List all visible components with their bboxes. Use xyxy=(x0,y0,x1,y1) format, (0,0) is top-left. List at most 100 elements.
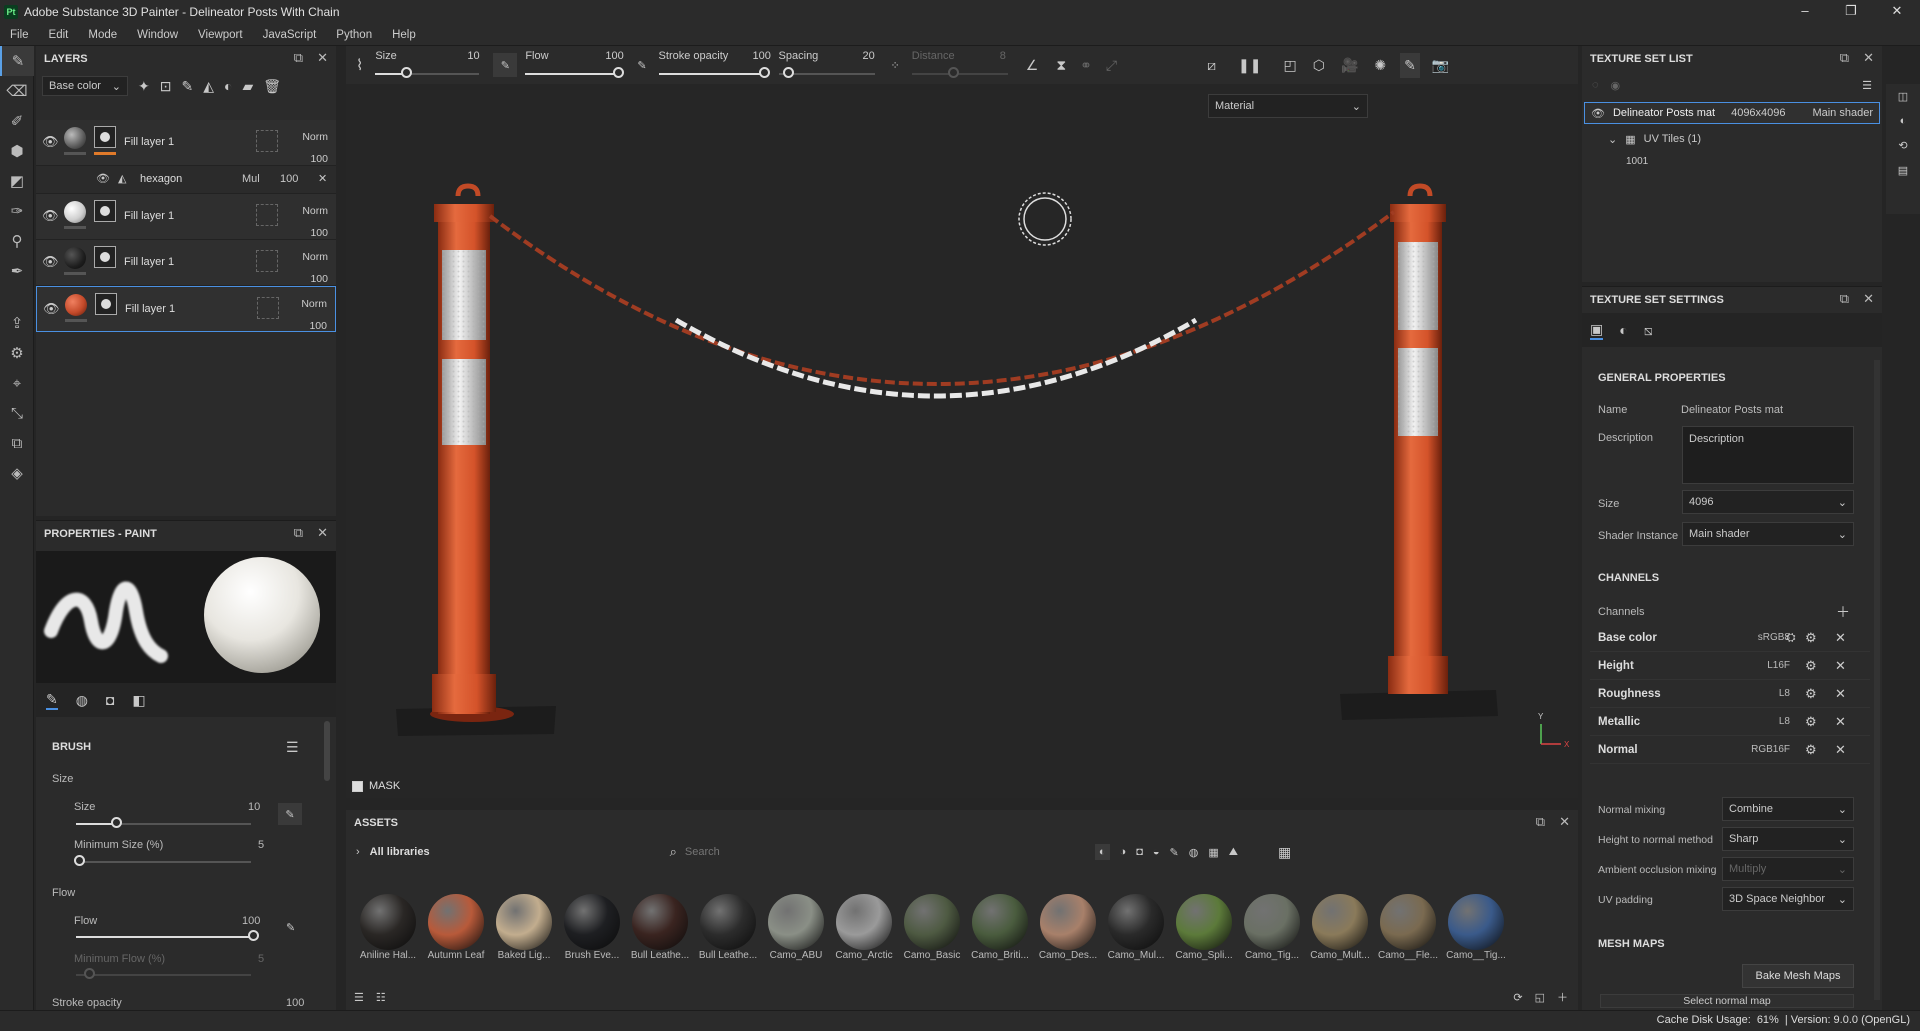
smart-material-icon[interactable]: ◐ xyxy=(224,78,232,94)
spacing-dots-icon[interactable]: ⁘ xyxy=(891,59,900,72)
alpha-tab-icon[interactable]: ◍ xyxy=(76,692,88,709)
visibility-eye-icon[interactable]: 👁 xyxy=(96,172,110,185)
grid-view-icon[interactable]: ▦ xyxy=(1278,844,1291,861)
menu-mode[interactable]: Mode xyxy=(78,29,127,41)
export-icon[interactable]: ⇪ xyxy=(0,308,34,338)
uv-tile-row[interactable]: 1001 xyxy=(1582,150,1882,172)
add-mask-icon[interactable]: ⊡ xyxy=(160,78,172,95)
close-icon[interactable]: ✕ xyxy=(1835,686,1846,702)
undock-icon[interactable]: ⧉ xyxy=(294,50,303,66)
view-2d-icon[interactable]: ◰ xyxy=(1283,57,1296,74)
material-thumbnail[interactable] xyxy=(360,894,416,950)
material-thumbnail[interactable] xyxy=(564,894,620,950)
shader-settings-icon[interactable]: ◐ xyxy=(1900,115,1907,127)
menu-help[interactable]: Help xyxy=(382,29,426,41)
settings-tab-icon[interactable]: ▣ xyxy=(1590,321,1604,340)
effect-opacity[interactable]: 100 xyxy=(280,173,298,185)
material-thumbnail[interactable] xyxy=(904,894,960,950)
uv-tiles-row[interactable]: ⌄ ▦ UV Tiles (1) xyxy=(1582,128,1882,150)
channel-format[interactable]: L8 xyxy=(1730,688,1790,699)
effect-row[interactable]: 👁 ◭ hexagon Mul 100 ✕ xyxy=(36,166,336,194)
geometry-fill-icon[interactable]: ⬢ xyxy=(0,136,34,166)
tss-scrollbar[interactable] xyxy=(1874,360,1880,1000)
filter-environments-icon[interactable]: ⛰ xyxy=(1229,846,1238,859)
effects-icon[interactable]: ✦ xyxy=(138,78,150,95)
add-paint-layer-icon[interactable]: ✎ xyxy=(181,78,193,95)
chevron-right-icon[interactable]: › xyxy=(356,846,360,858)
close-panel-icon[interactable]: ✕ xyxy=(317,525,328,541)
assets-search-input[interactable] xyxy=(684,842,1085,862)
channel-row[interactable]: Height L16F ⚙ ✕ xyxy=(1590,652,1870,680)
blend-mode-select[interactable]: Norm xyxy=(302,126,328,148)
link-icon[interactable]: ⚭ xyxy=(1080,57,1092,74)
visibility-eye-icon[interactable]: 👁 xyxy=(43,301,60,317)
channel-row[interactable]: Metallic L8 ⚙ ✕ xyxy=(1590,708,1870,736)
channel-format[interactable]: RGB16F xyxy=(1730,744,1790,755)
gear-icon[interactable]: ⚙ xyxy=(1805,714,1817,730)
display-settings-icon[interactable]: ◫ xyxy=(1898,90,1908,103)
add-asset-icon[interactable]: ＋ xyxy=(1557,989,1568,1005)
material-thumbnail[interactable] xyxy=(768,894,824,950)
material-thumbnail[interactable] xyxy=(836,894,892,950)
refresh-icon[interactable]: ⟳ xyxy=(1513,991,1522,1004)
list-view-icon[interactable]: ☰ xyxy=(354,991,364,1004)
uv-tab-icon[interactable]: ⧅ xyxy=(1644,322,1653,339)
toolbar-spacing-slider[interactable] xyxy=(782,67,794,78)
channel-format[interactable]: sRGB8 xyxy=(1730,632,1790,643)
lighting-icon[interactable]: ✺ xyxy=(1374,57,1386,74)
menu-viewport[interactable]: Viewport xyxy=(188,29,253,41)
close-icon[interactable]: ✕ xyxy=(1835,658,1846,674)
min-size-track[interactable] xyxy=(76,861,251,863)
menu-python[interactable]: Python xyxy=(326,29,382,41)
min-size-value[interactable]: 5 xyxy=(258,839,264,851)
gear-icon[interactable]: ⚙ xyxy=(1805,630,1817,646)
menu-javascript[interactable]: JavaScript xyxy=(253,29,327,41)
layer-row[interactable]: 👁 Fill layer 1 Norm 100 xyxy=(36,194,336,240)
gear-icon[interactable]: ⚙ xyxy=(1805,686,1817,702)
undock-icon[interactable]: ⧉ xyxy=(294,525,303,541)
shader-tab-icon[interactable]: ◐ xyxy=(1619,322,1627,338)
material-thumbnail[interactable] xyxy=(1380,894,1436,950)
gear-icon[interactable]: ⚙ xyxy=(1805,742,1817,758)
history-icon[interactable]: ⟲ xyxy=(1898,139,1907,152)
channel-format[interactable]: L16F xyxy=(1730,660,1790,671)
toolbar-spacing-value[interactable]: 20 xyxy=(863,50,875,62)
blend-mode-select[interactable]: Norm xyxy=(302,200,328,222)
filter-filters-icon[interactable]: ◒ xyxy=(1153,846,1160,858)
channel-row[interactable]: Normal RGB16F ⚙ ✕ xyxy=(1590,736,1870,764)
snap-icon[interactable]: ⤢ xyxy=(1106,57,1117,74)
close-panel-icon[interactable]: ✕ xyxy=(1863,291,1874,307)
filter-materials-icon[interactable]: ◐ xyxy=(1094,844,1110,860)
menu-icon[interactable]: ☰ xyxy=(286,739,299,756)
pen-pressure-icon[interactable]: ✎ xyxy=(286,921,295,934)
close-icon[interactable]: ✕ xyxy=(1835,714,1846,730)
stroke-opacity-value[interactable]: 100 xyxy=(286,997,304,1009)
mask-checkbox[interactable] xyxy=(352,780,363,792)
library-select[interactable]: All libraries xyxy=(370,846,430,858)
filter-textures-icon[interactable]: ◍ xyxy=(1189,846,1199,859)
material-thumbnail[interactable] xyxy=(700,894,756,950)
toolbar-flow-value[interactable]: 100 xyxy=(605,50,623,62)
effect-blend-select[interactable]: Mul xyxy=(242,173,260,185)
uv-padding-select[interactable]: 3D Space Neighbor ⌄ xyxy=(1722,887,1854,911)
layer-row[interactable]: 👁 Fill layer 1 Norm 100 xyxy=(36,240,336,286)
shader-instance-select[interactable]: Main shader ⌄ xyxy=(1682,522,1854,546)
color-picker-icon[interactable]: ✒ xyxy=(0,256,34,286)
layer-mask-thumbnail[interactable] xyxy=(95,293,117,315)
material-thumbnail[interactable] xyxy=(496,894,552,950)
smudge-icon[interactable]: ✑ xyxy=(0,196,34,226)
log-icon[interactable]: ▤ xyxy=(1898,164,1908,177)
pen-pressure-icon[interactable]: ✎ xyxy=(278,803,302,825)
layer-row-selected[interactable]: 👁 Fill layer 1 Norm 100 xyxy=(36,286,336,332)
flow-pressure-icon[interactable]: ✎ xyxy=(637,59,646,72)
symmetry-icon[interactable]: ⧗ xyxy=(1056,57,1066,74)
filter-masks-icon[interactable]: ◘ xyxy=(1136,846,1143,858)
close-panel-icon[interactable]: ✕ xyxy=(317,50,328,66)
size-select[interactable]: 4096 ⌄ xyxy=(1682,490,1854,514)
maximize-button[interactable]: ❐ xyxy=(1828,0,1874,24)
properties-scrollbar[interactable] xyxy=(324,721,330,781)
chevron-down-icon[interactable]: ⌄ xyxy=(1608,133,1617,146)
flow-slider[interactable] xyxy=(248,930,259,941)
paint-mode-icon[interactable]: ✎ xyxy=(1400,52,1420,78)
detail-view-icon[interactable]: ☷ xyxy=(376,991,386,1004)
